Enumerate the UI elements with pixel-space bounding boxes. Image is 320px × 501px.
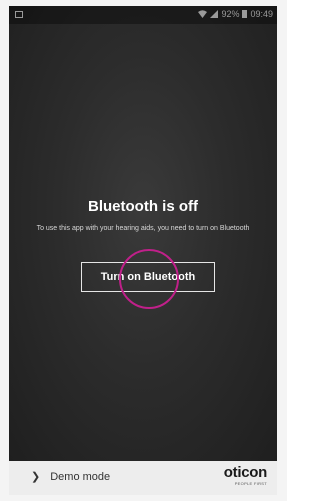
bluetooth-off-message: To use this app with your hearing aids, … — [36, 225, 250, 232]
battery-level-fill — [243, 11, 247, 17]
status-bar: 92% 09:49 — [9, 6, 277, 24]
signal-icon — [210, 10, 219, 18]
bluetooth-off-title: Bluetooth is off — [88, 198, 198, 215]
battery-icon — [242, 10, 248, 18]
turn-on-bluetooth-button[interactable]: Turn on Bluetooth — [81, 262, 215, 292]
gallery-notification-icon — [15, 11, 23, 18]
wifi-icon — [198, 10, 208, 18]
status-indicators: 92% 09:49 — [198, 9, 273, 19]
clock: 09:49 — [250, 9, 273, 19]
logo-wordmark: oticon — [223, 464, 268, 481]
phone-frame: 92% 09:49 Bluetooth is off To use this a… — [0, 0, 287, 501]
chevron-right-icon: ❯ — [31, 471, 41, 483]
demo-mode-label: Demo mode — [50, 470, 111, 483]
demo-mode-link[interactable]: ❯ Demo mode — [31, 470, 111, 484]
battery-percent: 92% — [221, 9, 240, 19]
app-screen: 92% 09:49 Bluetooth is off To use this a… — [9, 6, 277, 461]
logo-tagline: PEOPLE FIRST — [234, 481, 267, 486]
bottom-bar: ❯ Demo mode oticon PEOPLE FIRST — [9, 461, 277, 495]
oticon-logo: oticon PEOPLE FIRST — [207, 464, 268, 486]
